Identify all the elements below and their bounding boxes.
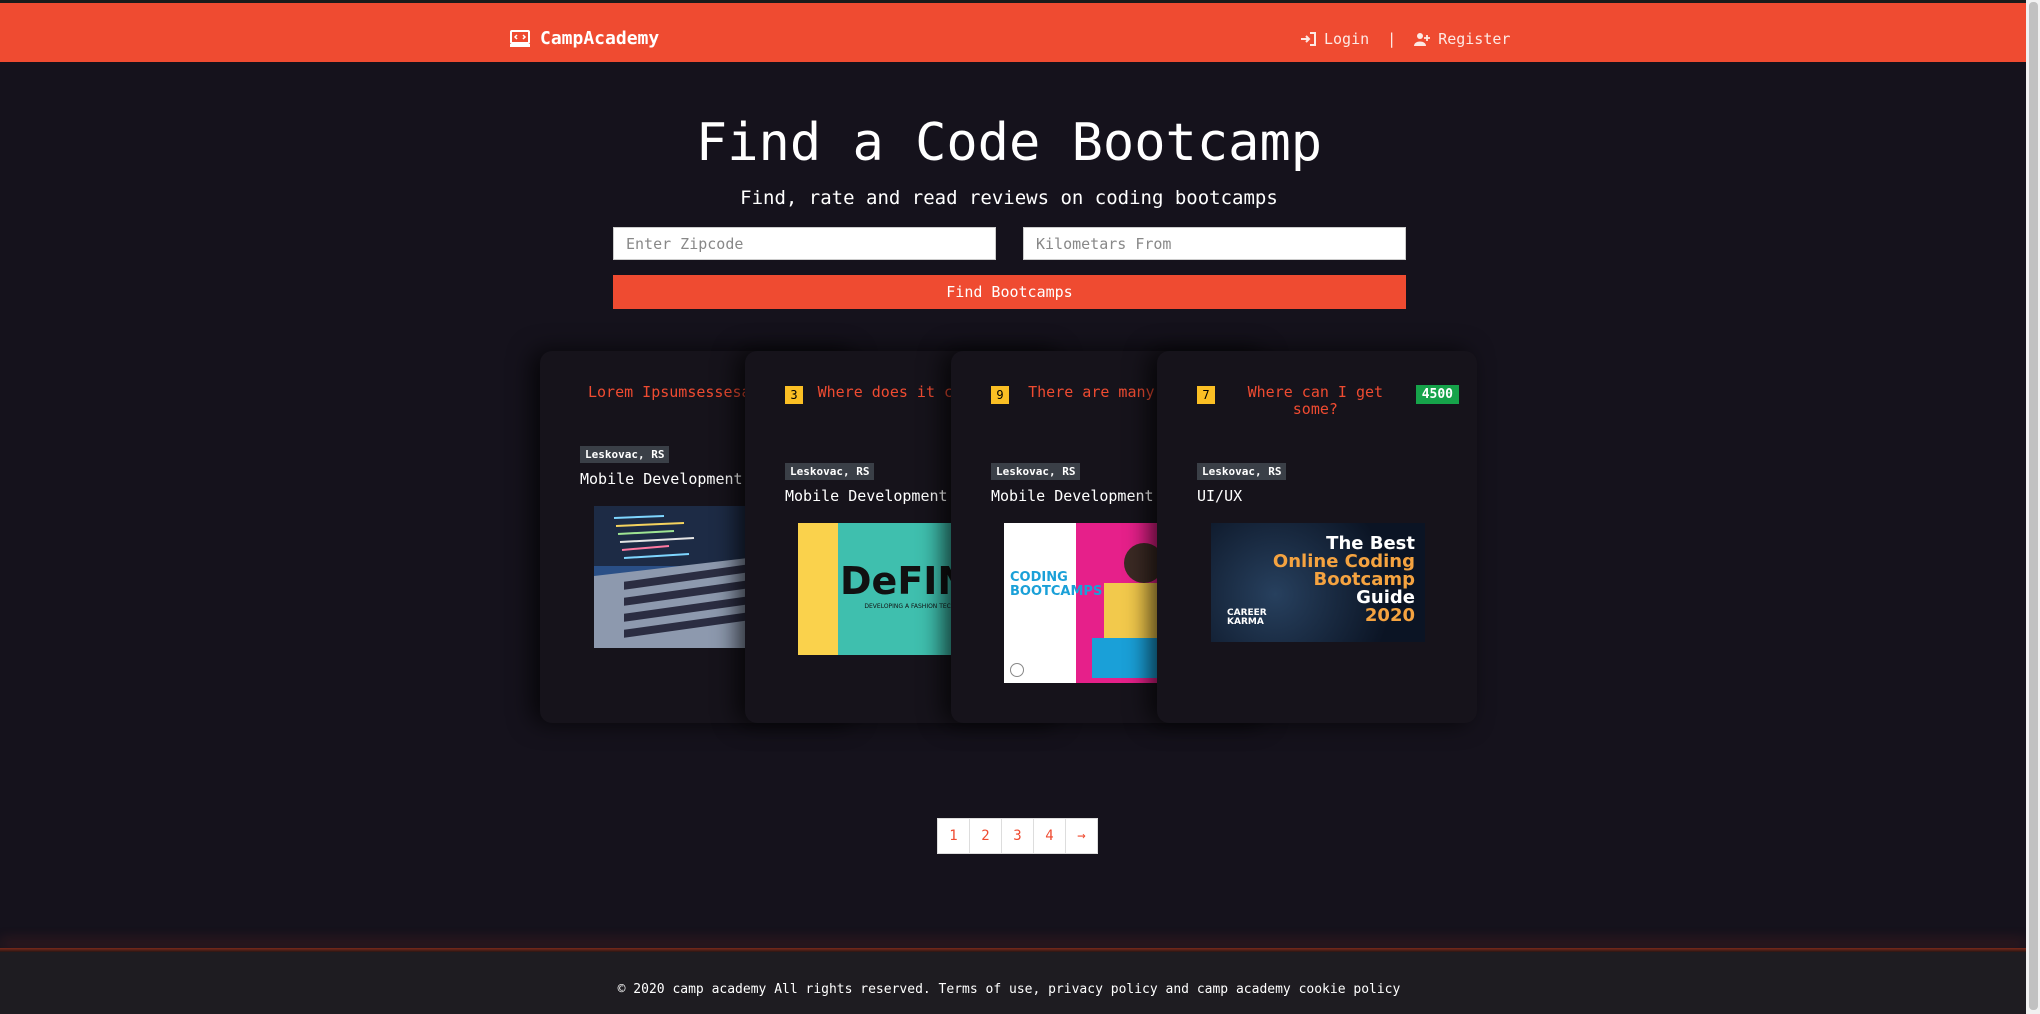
auth-links: Login | Register xyxy=(1300,30,1510,48)
laptop-code-icon xyxy=(510,29,530,47)
page-1-link[interactable]: 1 xyxy=(937,818,970,854)
brand-name: CampAcademy xyxy=(540,28,660,49)
distance-input[interactable] xyxy=(1023,227,1406,260)
card-header: 7 Where can I get some? 4500 xyxy=(1197,384,1459,418)
next-page-link[interactable]: → xyxy=(1065,818,1098,854)
card-category: UI/UX xyxy=(1197,487,1243,505)
nav-separator: | xyxy=(1387,30,1397,48)
card-category: Mobile Development xyxy=(991,487,1154,505)
login-link[interactable]: Login xyxy=(1300,30,1369,48)
card-category: Mobile Development xyxy=(580,470,743,488)
scrollbar-thumb[interactable] xyxy=(2029,2,2038,1010)
page-subtitle: Find, rate and read reviews on coding bo… xyxy=(740,187,1278,209)
card-category: Mobile Development xyxy=(785,487,948,505)
register-link[interactable]: Register xyxy=(1414,30,1510,48)
brand[interactable]: CampAcademy xyxy=(510,28,659,49)
page-3-link[interactable]: 3 xyxy=(1001,818,1034,854)
location-badge: Leskovac, RS xyxy=(991,463,1081,480)
bootcamp-card-4[interactable]: 7 Where can I get some? 4500 Leskovac, R… xyxy=(1157,351,1477,723)
zipcode-input[interactable] xyxy=(613,227,996,260)
best-online-bootcamp-guide-cover: The Best Online Coding Bootcamp Guide 20… xyxy=(1211,523,1425,642)
card-number-badge: 9 xyxy=(991,386,1009,404)
sign-in-icon xyxy=(1301,32,1316,46)
location-badge: Leskovac, RS xyxy=(785,463,875,480)
register-label: Register xyxy=(1438,30,1511,48)
page-title: Find a Code Bootcamp xyxy=(695,113,1323,173)
card-number-badge: 7 xyxy=(1197,386,1215,404)
page-4-link[interactable]: 4 xyxy=(1033,818,1066,854)
pagination: 1 2 3 4 → xyxy=(937,818,1098,854)
user-plus-icon xyxy=(1414,33,1431,46)
location-badge: Leskovac, RS xyxy=(580,446,670,463)
page-2-link[interactable]: 2 xyxy=(969,818,1002,854)
card-score-badge: 4500 xyxy=(1415,385,1459,404)
footer-text: © 2020 camp academy All rights reserved.… xyxy=(617,982,1401,997)
card-number-badge: 3 xyxy=(785,386,803,404)
location-badge: Leskovac, RS xyxy=(1197,463,1287,480)
navbar: CampAcademy Login | Register xyxy=(0,3,2026,62)
card-title[interactable]: Where can I get some? xyxy=(1227,384,1404,418)
find-bootcamps-button[interactable]: Find Bootcamps xyxy=(613,275,1406,309)
login-label: Login xyxy=(1324,30,1370,48)
